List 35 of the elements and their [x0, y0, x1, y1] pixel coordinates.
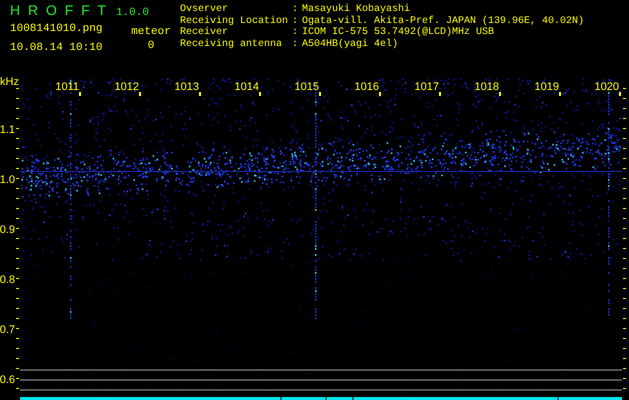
info-value: ICOM IC-575 53.7492(@LCD)MHz USB: [302, 27, 496, 38]
meteor-label: meteor: [131, 26, 171, 38]
time-label: 1016: [354, 81, 379, 93]
time-label: 1020: [594, 81, 619, 93]
info-label: Receiving Location: [180, 16, 290, 26]
time-label: 1015: [294, 81, 319, 93]
frequency-label: 0.7: [0, 324, 15, 336]
frequency-label: 0.6: [0, 374, 15, 386]
unit-label: kHz: [0, 76, 19, 88]
info-label: Receiver: [180, 27, 230, 38]
info-separator: :: [292, 27, 300, 38]
time-label: 1014: [234, 81, 259, 93]
frequency-label: 1.1: [0, 124, 15, 136]
time-label: 1013: [174, 81, 199, 93]
date-time: 10.08.14 10:10: [10, 42, 104, 54]
time-label: 1017: [414, 81, 439, 93]
app-version: 1.0.0: [116, 7, 149, 19]
time-label: 1018: [474, 81, 499, 93]
info-label: Receiving antenna: [180, 38, 284, 50]
app-title: H R O F F T: [10, 2, 108, 18]
time-label: 1012: [114, 81, 139, 93]
info-value: Ogata-vill. Akita-Pref. JAPAN (139.96E, 40.02N): [302, 16, 584, 26]
meteor-count: 0: [148, 40, 154, 52]
frequency-label: 1.0: [0, 174, 15, 186]
info-value: A504HB(yagi 4el): [302, 38, 400, 50]
info-separator: :: [292, 16, 300, 27]
info-separator: :: [292, 38, 300, 50]
frequency-label: 0.9: [0, 224, 15, 236]
info-value: Masayuki Kobayashi: [302, 4, 412, 16]
info-separator: :: [292, 4, 300, 16]
frequency-label: 0.8: [0, 274, 15, 286]
time-label: 1019: [534, 81, 559, 93]
file-name: 1008141010.png: [10, 23, 104, 35]
info-label: Ovserver: [180, 4, 230, 16]
time-label: 1011: [55, 81, 79, 93]
